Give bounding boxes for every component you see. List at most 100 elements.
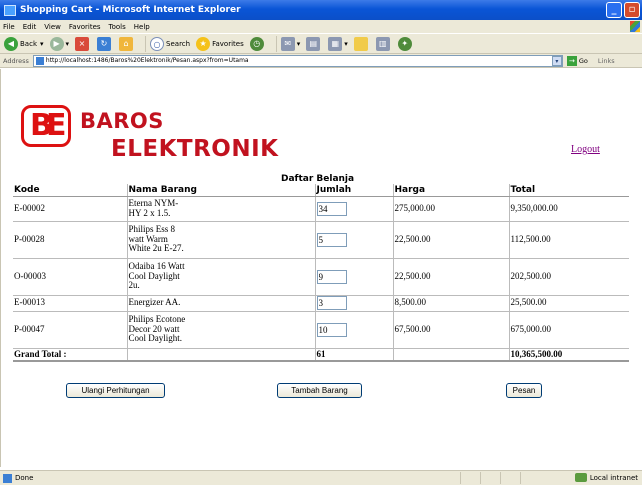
menu-tools[interactable]: Tools — [109, 23, 126, 31]
cell-jumlah — [315, 295, 394, 312]
quantity-input[interactable] — [316, 322, 347, 337]
nama-line: Energizer AA. — [128, 297, 181, 308]
cell-kode: E-00002 — [13, 196, 128, 222]
go-button[interactable]: → Go — [566, 55, 588, 66]
cell-nama: Philips Ess 8 watt Warm White 2u E-27. — [127, 221, 316, 259]
menu-file[interactable]: File — [3, 23, 15, 31]
folder-button[interactable] — [353, 36, 370, 51]
links-label[interactable]: Links — [598, 57, 615, 65]
favorites-button[interactable]: ★ Favorites — [196, 36, 244, 51]
table-row: E-00013 Energizer AA. 8,500.00 25,500.00 — [13, 295, 629, 312]
logo-mark: BE — [21, 105, 71, 147]
cell-kode: O-00003 — [13, 258, 128, 296]
back-arrow-icon: ◀ — [4, 36, 18, 51]
table-header-row: Kode Nama Barang Jumlah Harga Total — [13, 184, 629, 197]
menu-view[interactable]: View — [44, 23, 61, 31]
edit-button[interactable]: ▦ ▾ — [328, 36, 348, 51]
history-icon: ◷ — [249, 36, 264, 51]
address-url: http://localhost:1486/Baros%20Elektronik… — [45, 57, 249, 64]
window-titlebar: Shopping Cart - Microsoft Internet Explo… — [0, 0, 642, 20]
cell-kode: P-00028 — [13, 221, 128, 259]
order-button[interactable]: Pesan — [506, 383, 542, 398]
search-icon: ○ — [150, 36, 165, 51]
table-row: O-00003 Odaiba 16 Watt Cool Daylight 2u.… — [13, 258, 629, 296]
logo-text-baros: BAROS — [80, 109, 164, 133]
folder-icon — [353, 36, 368, 51]
favorites-label: Favorites — [212, 39, 244, 48]
nama-line: Cool Daylight. — [128, 333, 183, 344]
page-done-icon — [3, 473, 12, 483]
back-dropdown-icon[interactable]: ▾ — [40, 40, 44, 48]
window-title: Shopping Cart - Microsoft Internet Explo… — [20, 5, 241, 15]
menu-favorites[interactable]: Favorites — [69, 23, 101, 31]
menu-help[interactable]: Help — [134, 23, 150, 31]
stop-icon: × — [75, 36, 90, 51]
research-button[interactable]: ▥ — [375, 36, 392, 51]
status-bar: Done Local intranet — [0, 470, 642, 485]
menu-edit[interactable]: Edit — [23, 23, 37, 31]
grand-total-label: Grand Total : — [13, 348, 128, 362]
edit-dropdown-icon[interactable]: ▾ — [344, 40, 348, 48]
cell-jumlah — [315, 258, 394, 296]
security-zone: Local intranet — [574, 473, 638, 482]
header-harga: Harga — [393, 184, 510, 197]
address-bar: Address http://localhost:1486/Baros%20El… — [0, 54, 642, 68]
print-button[interactable]: ▤ — [306, 36, 322, 51]
address-input[interactable]: http://localhost:1486/Baros%20Elektronik… — [32, 54, 563, 67]
forward-button[interactable]: ▶ ▾ — [49, 36, 70, 51]
cell-kode: P-00047 — [13, 311, 128, 349]
status-cells — [460, 472, 540, 484]
menu-bar: File Edit View Favorites Tools Help — [0, 20, 642, 33]
nama-line: White 2u E-27. — [128, 243, 184, 254]
quantity-input[interactable] — [316, 201, 347, 216]
minimize-button[interactable]: _ — [606, 2, 622, 18]
stop-button[interactable]: × — [75, 36, 91, 51]
cell-harga: 67,500.00 — [393, 311, 510, 349]
cell-total: 25,500.00 — [509, 295, 629, 312]
grand-total-empty — [393, 348, 510, 362]
mail-icon: ✉ — [280, 36, 295, 51]
cell-jumlah — [315, 221, 394, 259]
forward-arrow-icon: ▶ — [49, 36, 64, 51]
intranet-icon — [574, 473, 587, 482]
edit-icon: ▦ — [328, 36, 343, 51]
add-item-button[interactable]: Tambah Barang — [277, 383, 362, 398]
messenger-icon: ✦ — [397, 36, 412, 51]
quantity-input[interactable] — [316, 296, 347, 310]
cell-harga: 22,500.00 — [393, 221, 510, 259]
table-row: P-00028 Philips Ess 8 watt Warm White 2u… — [13, 221, 629, 259]
header-kode: Kode — [13, 184, 128, 197]
messenger-button[interactable]: ✦ — [397, 36, 414, 51]
back-button[interactable]: ◀ Back ▾ — [4, 36, 44, 51]
table-row: P-00047 Philips Ecotone Decor 20 watt Co… — [13, 311, 629, 349]
toolbar-separator — [275, 35, 277, 52]
history-button[interactable]: ◷ — [249, 36, 266, 51]
window-controls: _ ▫ — [606, 2, 642, 18]
grand-total-amount: 10,365,500.00 — [509, 348, 629, 362]
forward-dropdown-icon[interactable]: ▾ — [66, 40, 70, 48]
quantity-input[interactable] — [316, 232, 347, 247]
grand-total-row: Grand Total : 61 10,365,500.00 — [13, 348, 629, 362]
cell-kode: E-00013 — [13, 295, 128, 312]
mail-button[interactable]: ✉ ▾ — [280, 36, 301, 51]
mail-dropdown-icon[interactable]: ▾ — [297, 40, 301, 48]
address-dropdown-icon[interactable]: ▾ — [551, 55, 562, 66]
maximize-button[interactable]: ▫ — [624, 2, 640, 18]
home-button[interactable]: ⌂ — [119, 36, 135, 51]
nama-line: Cool Daylight — [128, 270, 180, 281]
grand-total-qty: 61 — [315, 348, 394, 362]
toolbar-separator — [145, 35, 147, 52]
cell-total: 9,350,000.00 — [509, 196, 629, 222]
address-label: Address — [3, 56, 29, 65]
header-total: Total — [509, 184, 629, 197]
logo-text-elektronik: ELEKTRONIK — [111, 136, 279, 162]
refresh-button[interactable]: ↻ — [97, 36, 113, 51]
quantity-input[interactable] — [316, 269, 347, 284]
cell-jumlah — [315, 196, 394, 222]
cell-jumlah — [315, 311, 394, 349]
go-arrow-icon: → — [566, 55, 577, 66]
logout-link[interactable]: Logout — [571, 144, 600, 155]
search-button[interactable]: ○ Search — [150, 36, 190, 51]
recalculate-button[interactable]: Ulangi Perhitungan — [66, 383, 165, 398]
print-icon: ▤ — [306, 36, 321, 51]
